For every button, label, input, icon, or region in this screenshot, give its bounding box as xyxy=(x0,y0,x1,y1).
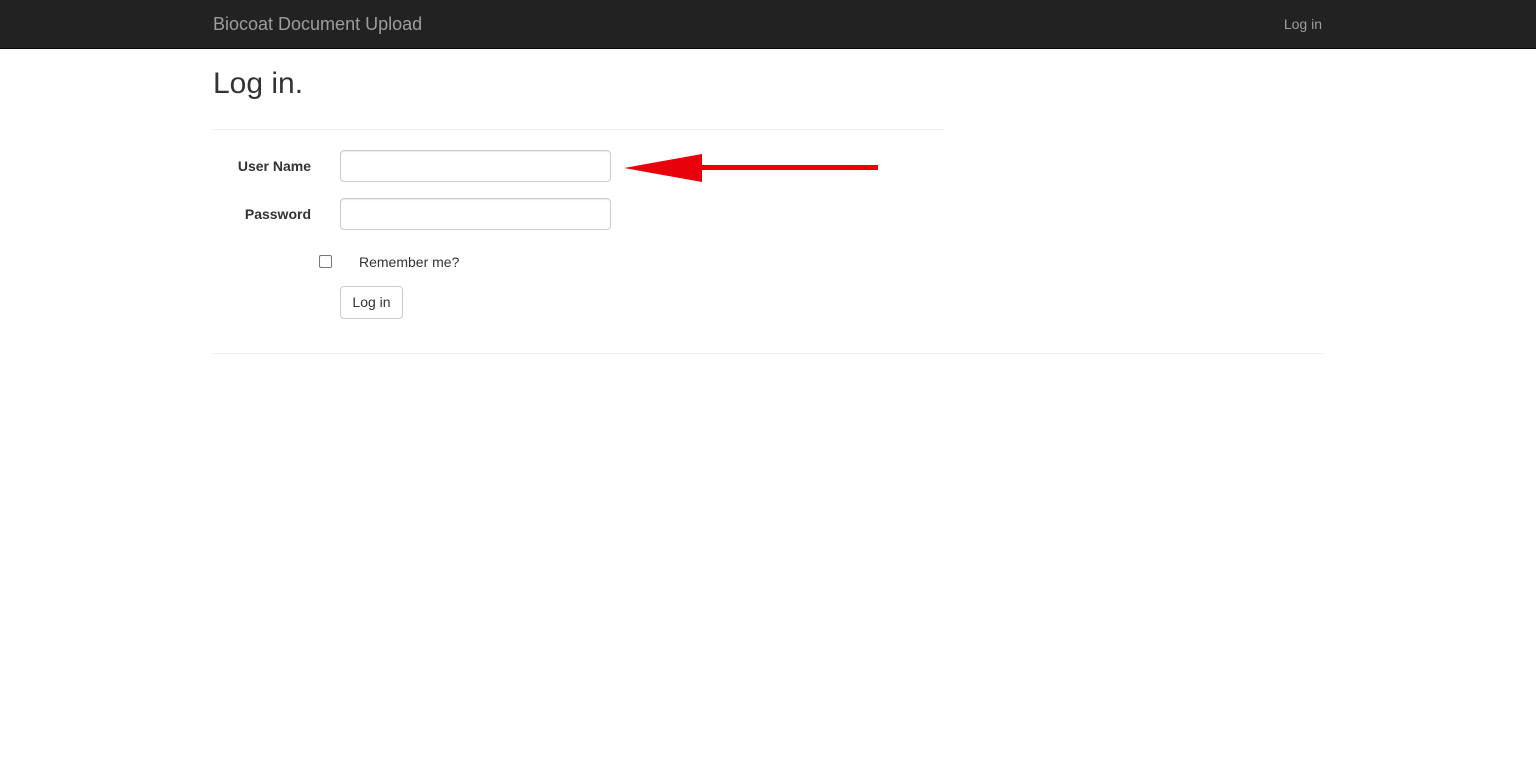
arrow-head xyxy=(624,154,702,182)
remember-me-checkbox[interactable] xyxy=(319,255,332,268)
navbar-brand[interactable]: Biocoat Document Upload xyxy=(213,14,422,34)
password-input[interactable] xyxy=(340,198,611,230)
arrow-left-icon xyxy=(624,154,878,182)
form-divider xyxy=(213,129,944,130)
remember-me-label: Remember me? xyxy=(359,254,460,270)
page-title: Log in. xyxy=(213,67,304,100)
top-navbar: Biocoat Document Upload Log in xyxy=(0,0,1536,49)
navbar-login-link[interactable]: Log in xyxy=(1284,16,1322,32)
footer-divider xyxy=(213,353,1323,354)
arrow-shaft xyxy=(700,165,878,170)
username-label: User Name xyxy=(237,158,311,174)
username-input[interactable] xyxy=(340,150,611,182)
login-button[interactable]: Log in xyxy=(340,286,403,319)
password-label: Password xyxy=(244,206,311,222)
